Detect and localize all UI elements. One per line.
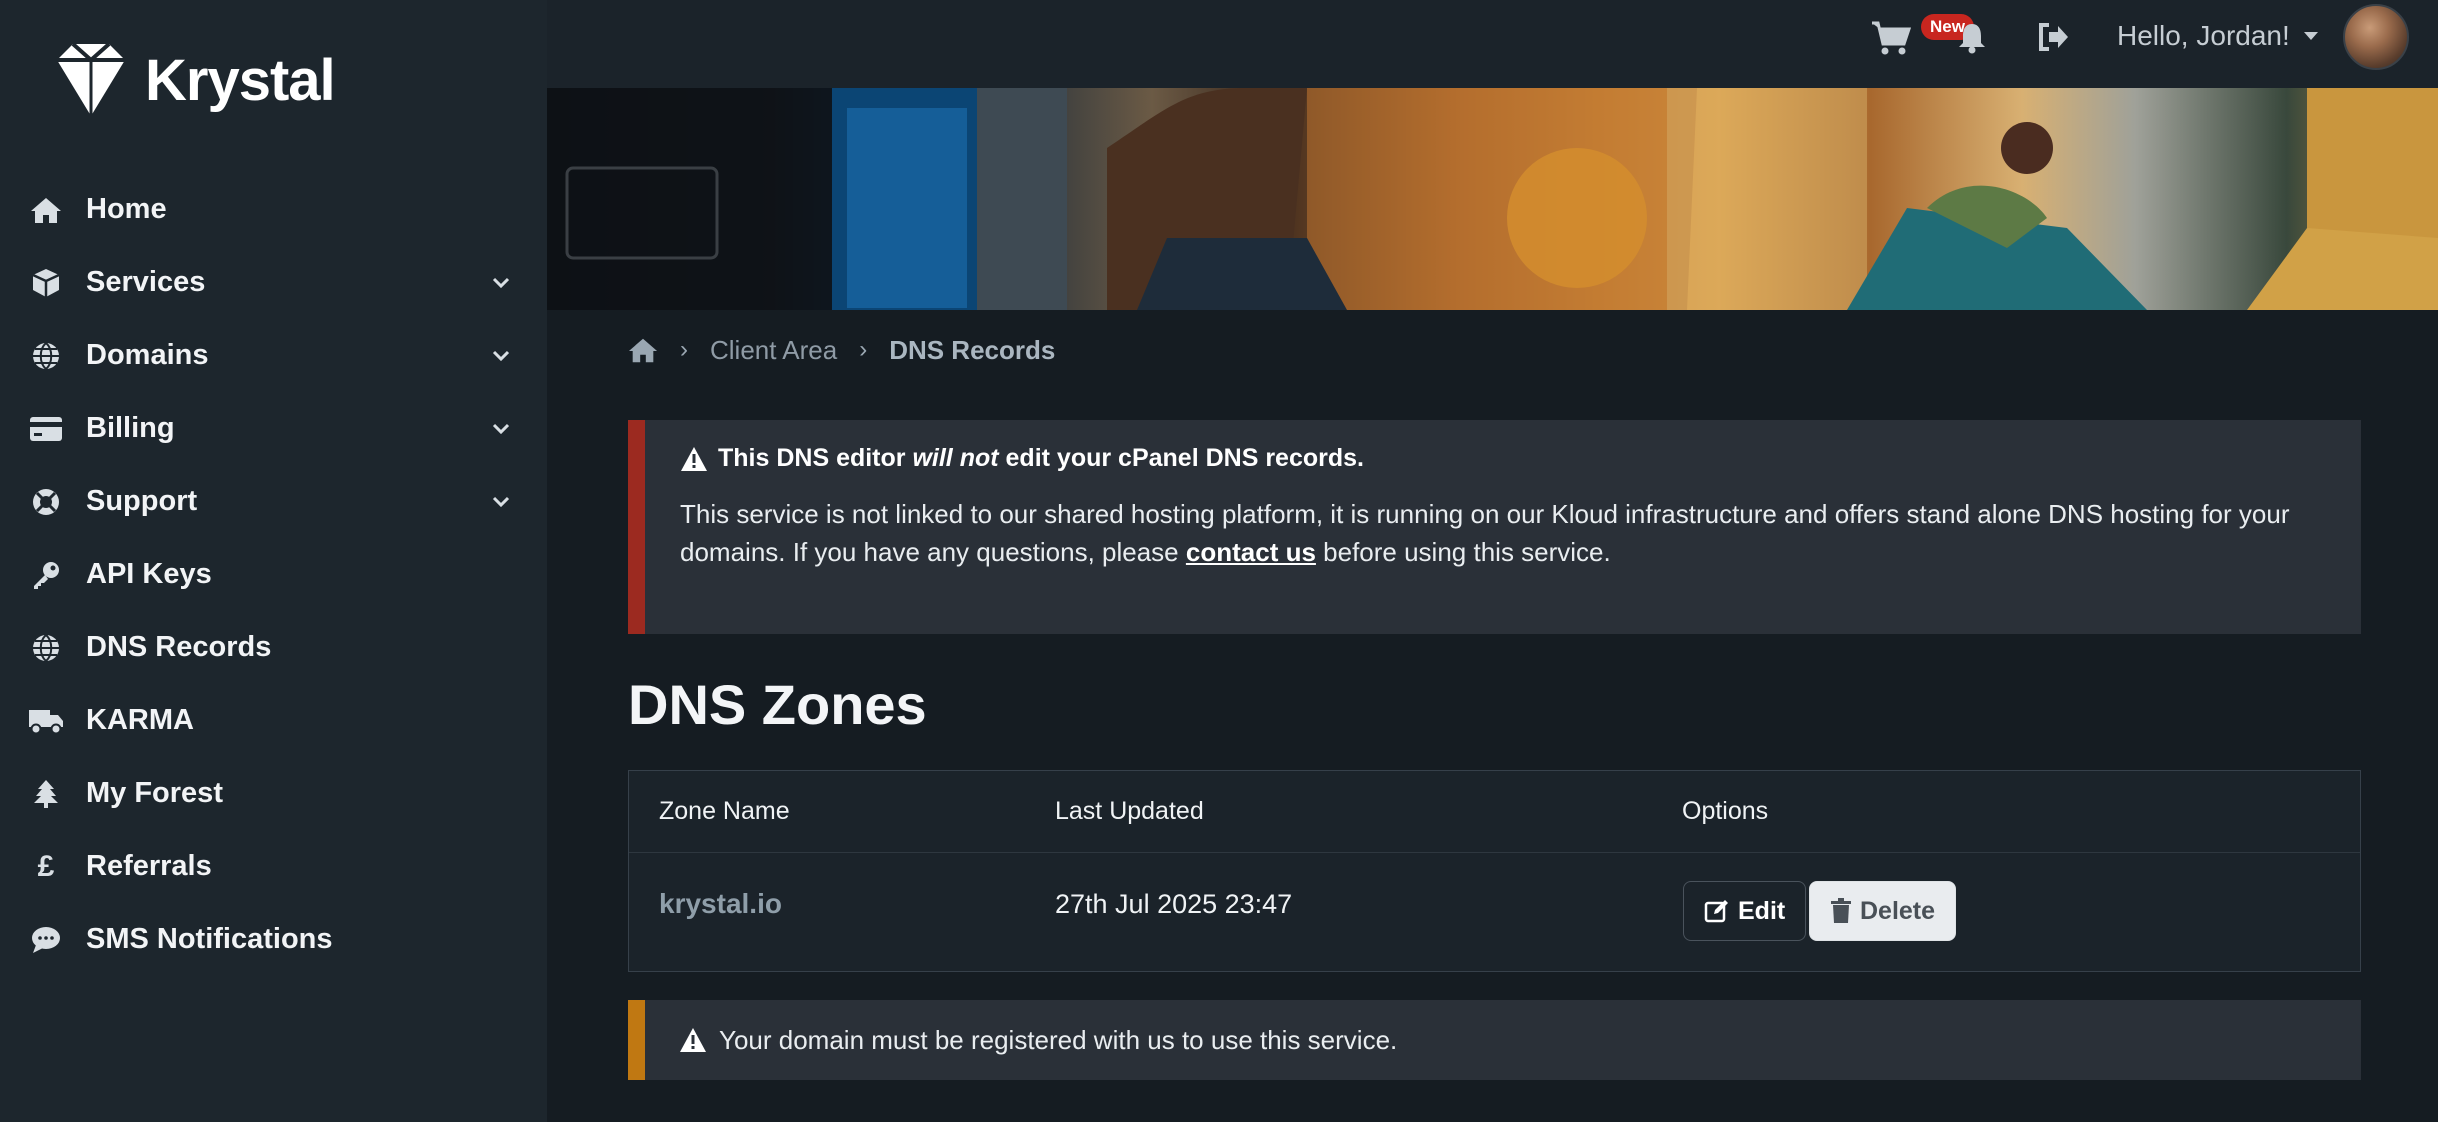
cart-icon[interactable] bbox=[1871, 20, 1912, 56]
brand-logo[interactable]: Krystal bbox=[55, 40, 336, 120]
table-header-row: Zone Name Last Updated Options bbox=[629, 771, 2360, 853]
sidebar-item-home[interactable]: Home bbox=[0, 173, 547, 246]
sidebar-item-services[interactable]: Services bbox=[0, 246, 547, 319]
user-greeting: Hello, Jordan! bbox=[2117, 20, 2290, 51]
bell-icon[interactable] bbox=[1957, 22, 1987, 54]
home-icon[interactable] bbox=[628, 336, 658, 364]
dns-zones-table: Zone Name Last Updated Options krystal.i… bbox=[628, 770, 2361, 972]
table-row: krystal.io 27th Jul 2025 23:47 Edit Dele… bbox=[629, 853, 2360, 971]
sidebar-item-label: API Keys bbox=[86, 558, 212, 590]
chevron-right-icon: › bbox=[680, 336, 688, 363]
breadcrumb-current: DNS Records bbox=[889, 334, 1056, 365]
tree-icon bbox=[28, 776, 64, 812]
chevron-down-icon bbox=[492, 350, 510, 361]
chevron-down-icon bbox=[492, 277, 510, 288]
sidebar-item-sms-notifications[interactable]: SMS Notifications bbox=[0, 903, 547, 976]
dns-warning-alert: This DNS editor will not edit your cPane… bbox=[628, 420, 2361, 634]
top-navbar: New Hello, Jordan! bbox=[547, 0, 2438, 88]
alert-title-emphasis: will not bbox=[912, 444, 999, 472]
sidebar-item-label: Domains bbox=[86, 339, 209, 371]
avatar[interactable] bbox=[2343, 4, 2409, 70]
sidebar-item-support[interactable]: Support bbox=[0, 465, 547, 538]
contact-us-link[interactable]: contact us bbox=[1186, 537, 1316, 567]
sidebar-item-label: DNS Records bbox=[86, 631, 272, 663]
trash-icon bbox=[1831, 898, 1851, 923]
edit-icon bbox=[1704, 900, 1728, 923]
warning-triangle-icon bbox=[680, 1028, 706, 1052]
key-icon bbox=[28, 557, 64, 593]
last-updated-cell: 27th Jul 2025 23:47 bbox=[1055, 888, 1293, 919]
lifebuoy-icon bbox=[28, 484, 64, 520]
sidebar-item-label: My Forest bbox=[86, 777, 223, 809]
sidebar-item-label: SMS Notifications bbox=[86, 923, 333, 955]
globe-icon bbox=[28, 630, 64, 666]
delete-button-label: Delete bbox=[1860, 896, 1936, 925]
cube-icon bbox=[28, 265, 64, 301]
alert-body: This service is not linked to our shared… bbox=[680, 495, 2327, 571]
sidebar: Krystal Home Services Domains Billing Su… bbox=[0, 0, 547, 1122]
sidebar-item-label: Billing bbox=[86, 412, 175, 444]
sidebar-item-label: KARMA bbox=[86, 704, 194, 736]
breadcrumb: › Client Area › DNS Records bbox=[628, 332, 1055, 368]
chevron-right-icon: › bbox=[859, 336, 868, 363]
sidebar-item-label: Referrals bbox=[86, 850, 212, 882]
alert-title-text: edit your cPanel DNS records. bbox=[1005, 444, 1364, 472]
sidebar-item-api-keys[interactable]: API Keys bbox=[0, 538, 547, 611]
breadcrumb-client-area[interactable]: Client Area bbox=[710, 335, 837, 366]
user-menu-toggle[interactable]: Hello, Jordan! bbox=[2117, 20, 2318, 52]
caret-down-icon bbox=[2303, 32, 2318, 40]
credit-card-icon bbox=[28, 411, 64, 447]
alert-warning-text: Your domain must be registered with us t… bbox=[719, 1024, 1398, 1055]
alert-title-text: This DNS editor bbox=[718, 444, 906, 472]
globe-icon bbox=[28, 338, 64, 374]
sidebar-item-billing[interactable]: Billing bbox=[0, 392, 547, 465]
truck-icon bbox=[28, 703, 64, 739]
sidebar-item-dns-records[interactable]: DNS Records bbox=[0, 611, 547, 684]
krystal-gem-icon bbox=[57, 42, 125, 116]
sidebar-item-my-forest[interactable]: My Forest bbox=[0, 757, 547, 830]
home-icon bbox=[28, 192, 64, 228]
sidebar-item-karma[interactable]: KARMA bbox=[0, 684, 547, 757]
column-header-last-updated: Last Updated bbox=[1055, 797, 1204, 825]
alert-body-text: before using this service. bbox=[1323, 537, 1611, 567]
column-header-options: Options bbox=[1682, 797, 1769, 825]
sidebar-item-label: Services bbox=[86, 266, 206, 298]
hero-banner-image bbox=[547, 88, 2438, 310]
sidebar-item-label: Support bbox=[86, 485, 198, 517]
chevron-down-icon bbox=[492, 423, 510, 434]
zone-name-link[interactable]: krystal.io bbox=[659, 888, 782, 920]
warning-triangle-icon bbox=[681, 446, 707, 471]
logout-icon[interactable] bbox=[2037, 22, 2069, 52]
pound-icon: £ bbox=[37, 849, 55, 883]
sidebar-item-label: Home bbox=[86, 193, 167, 225]
domain-registration-alert: Your domain must be registered with us t… bbox=[628, 1000, 2361, 1080]
edit-button-label: Edit bbox=[1738, 896, 1786, 925]
page-title: DNS Zones bbox=[628, 673, 927, 736]
column-header-zone-name: Zone Name bbox=[659, 797, 790, 825]
edit-button[interactable]: Edit bbox=[1683, 881, 1807, 941]
sidebar-item-referrals[interactable]: £ Referrals bbox=[0, 830, 547, 903]
sidebar-nav: Home Services Domains Billing Support AP… bbox=[0, 173, 547, 976]
alert-title: This DNS editor will not edit your cPane… bbox=[680, 444, 2327, 473]
chevron-down-icon bbox=[492, 496, 510, 507]
delete-button[interactable]: Delete bbox=[1809, 881, 1957, 941]
sidebar-item-domains[interactable]: Domains bbox=[0, 319, 547, 392]
brand-name: Krystal bbox=[145, 47, 336, 113]
sms-bubble-icon bbox=[28, 922, 64, 958]
